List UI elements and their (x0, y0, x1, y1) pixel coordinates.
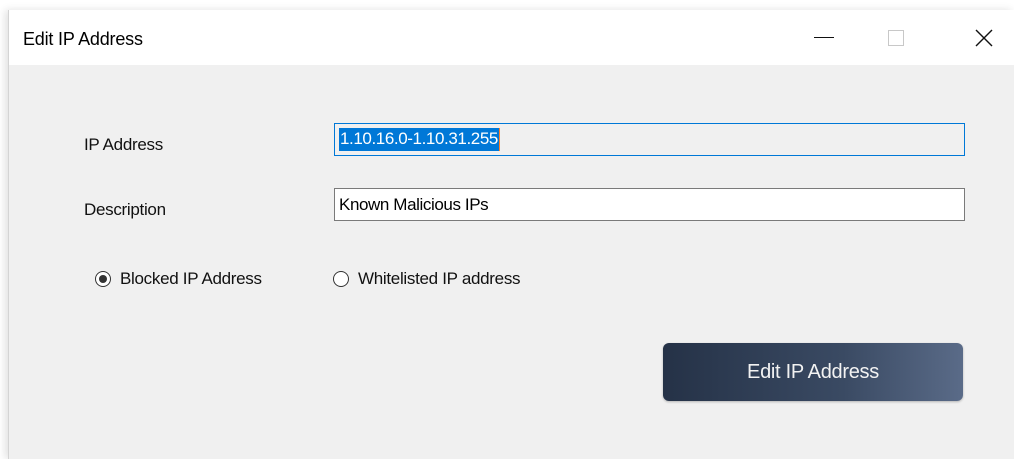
window-title: Edit IP Address (23, 29, 143, 49)
ip-address-value: 1.10.16.0-1.10.31.255 (339, 128, 500, 151)
close-button[interactable] (953, 10, 1014, 65)
description-input[interactable]: Known Malicious IPs (334, 188, 965, 221)
edit-ip-address-button[interactable]: Edit IP Address (663, 343, 963, 401)
minimize-button[interactable] (793, 10, 855, 65)
ip-address-input[interactable]: 1.10.16.0-1.10.31.255 (334, 123, 965, 156)
radio-checked-icon (95, 271, 111, 287)
description-value: Known Malicious IPs (339, 194, 489, 214)
whitelisted-ip-radio-label: Whitelisted IP address (358, 269, 521, 288)
title-bar[interactable]: Edit IP Address (9, 10, 1014, 65)
radio-unchecked-icon (333, 271, 349, 287)
minimize-icon (814, 37, 834, 38)
edit-ip-dialog: Edit IP Address IP Address 1.10.16.0-1.1… (8, 10, 1014, 459)
edit-ip-address-button-label: Edit IP Address (747, 360, 879, 383)
close-icon (975, 29, 993, 46)
maximize-button[interactable] (865, 10, 927, 65)
blocked-ip-radio[interactable]: Blocked IP Address (95, 268, 262, 290)
description-label: Description (84, 200, 166, 219)
maximize-icon (888, 29, 904, 46)
blocked-ip-radio-label: Blocked IP Address (120, 269, 262, 288)
ip-address-label: IP Address (84, 135, 163, 154)
whitelisted-ip-radio[interactable]: Whitelisted IP address (333, 268, 521, 290)
